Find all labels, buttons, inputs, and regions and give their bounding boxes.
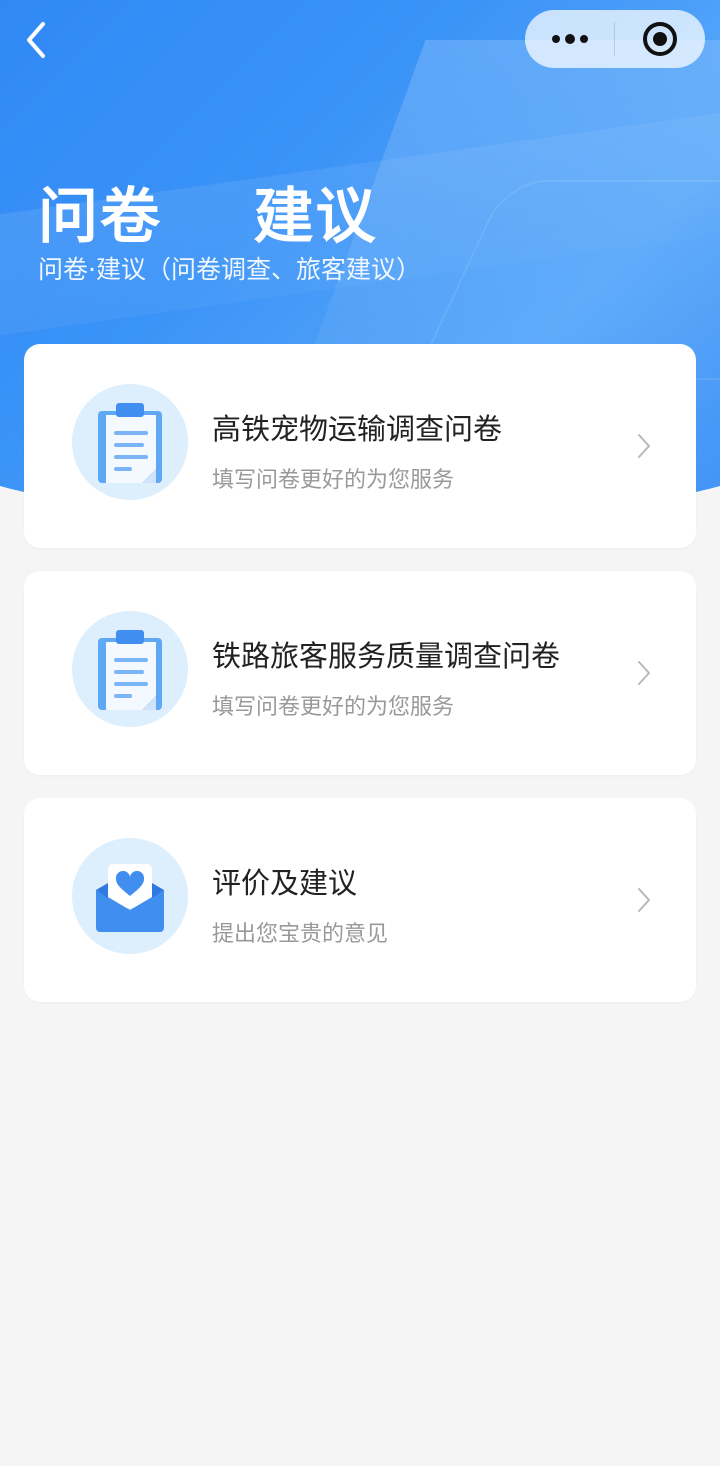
card-title: 铁路旅客服务质量调查问卷: [212, 639, 561, 673]
mini-program-capsule: [525, 10, 705, 68]
card-description: 提出您宝贵的意见: [212, 922, 389, 947]
page: 问卷 建议 问卷·建议（问卷调查、旅客建议） 高铁宠物运输调查问卷 填写问卷更好…: [0, 0, 720, 1466]
clipboard-icon: [72, 384, 188, 500]
more-button[interactable]: [525, 10, 614, 68]
more-dots-icon: [551, 34, 588, 44]
feedback-card[interactable]: 评价及建议 提出您宝贵的意见: [24, 798, 696, 1002]
target-close-icon: [642, 22, 677, 56]
card-description: 填写问卷更好的为您服务: [212, 468, 455, 493]
survey-card-pet-transport[interactable]: 高铁宠物运输调查问卷 填写问卷更好的为您服务: [24, 344, 696, 548]
chevron-left-icon: [27, 22, 45, 58]
survey-card-service-quality[interactable]: 铁路旅客服务质量调查问卷 填写问卷更好的为您服务: [24, 571, 696, 775]
chevron-right-icon: [632, 432, 656, 460]
page-subtitle: 问卷·建议（问卷调查、旅客建议）: [38, 255, 421, 284]
page-title: 问卷 建议: [38, 182, 378, 252]
chevron-right-icon: [632, 886, 656, 914]
card-title: 高铁宠物运输调查问卷: [212, 412, 503, 446]
chevron-right-icon: [632, 659, 656, 687]
back-button[interactable]: [14, 18, 58, 62]
heart-envelope-icon: [72, 838, 188, 954]
card-description: 填写问卷更好的为您服务: [212, 695, 455, 720]
close-button[interactable]: [615, 10, 704, 68]
clipboard-icon: [72, 611, 188, 727]
card-title: 评价及建议: [212, 866, 358, 900]
